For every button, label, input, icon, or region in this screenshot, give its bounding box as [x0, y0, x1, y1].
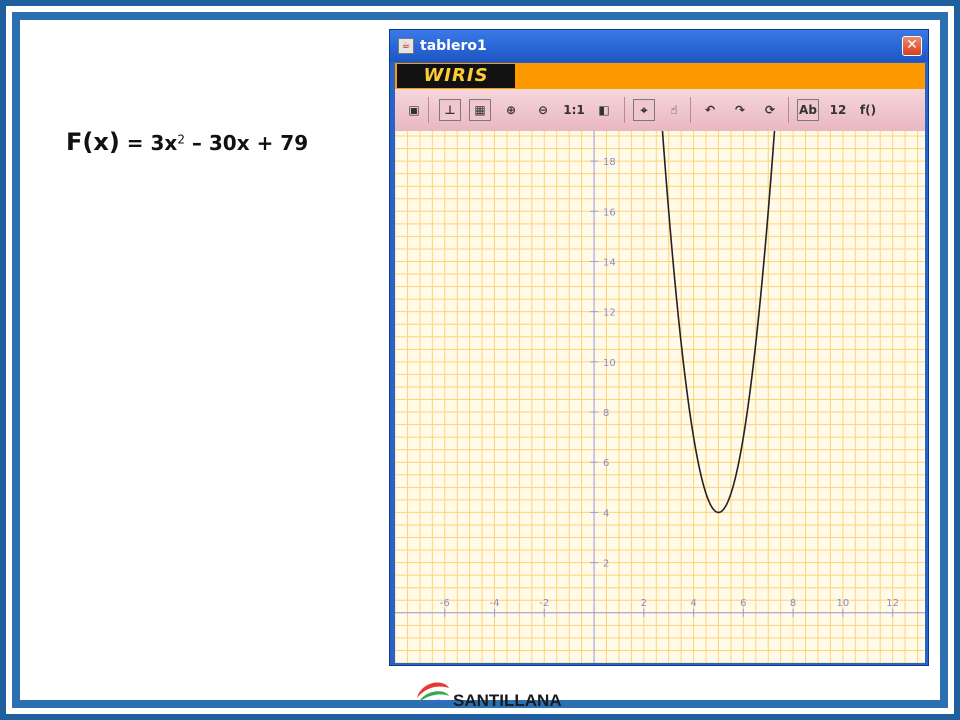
refresh-icon[interactable]: ⟳ [759, 99, 781, 121]
toolbar-separator [624, 97, 625, 123]
window-titlebar[interactable]: ☕ tablero1 ✕ [390, 30, 928, 62]
java-app-icon: ☕ [398, 38, 414, 54]
target-icon[interactable]: ⌖ [633, 99, 655, 121]
footer-brand: SANTILLANA [453, 691, 562, 710]
grid-icon[interactable]: ▦ [469, 99, 491, 121]
number-label-icon[interactable]: 12 [827, 99, 849, 121]
x-tick-label: 8 [790, 598, 796, 609]
hand-pointer-icon[interactable]: ☝ [663, 99, 685, 121]
save-icon[interactable]: ▣ [403, 99, 425, 121]
brand-bar: WIRIS [395, 63, 925, 89]
x-tick-label: -4 [490, 598, 500, 609]
santillana-logo: SANTILLANA [417, 682, 562, 710]
x-tick-label: 6 [740, 598, 746, 609]
y-tick-label: 8 [603, 408, 609, 419]
x-tick-label: -2 [539, 598, 549, 609]
graph-svg[interactable]: -6 -4 -2 2 4 6 8 10 12 2 4 6 8 10 12 14 16 18 [395, 131, 925, 663]
toolbar: ▣ ⊥ ▦ ⊕ ⊖ 1:1 ◧ ⌖ ☝ ↶ ↷ ⟳ Ab 12 f() [395, 89, 925, 131]
x-tick-label: 10 [837, 598, 850, 609]
wiris-logo: WIRIS [397, 64, 515, 88]
logo-swoosh-red [417, 682, 449, 698]
window-title: tablero1 [420, 38, 487, 54]
axes-icon[interactable]: ⊥ [439, 99, 461, 121]
x-tick-label: 4 [690, 598, 696, 609]
y-tick-label: 10 [603, 358, 616, 369]
y-tick-label: 12 [603, 308, 616, 319]
rotate-right-icon[interactable]: ↷ [729, 99, 751, 121]
graph-canvas[interactable]: -6 -4 -2 2 4 6 8 10 12 2 4 6 8 10 12 14 16 18 [395, 131, 925, 663]
x-tick-label: 2 [641, 598, 647, 609]
y-tick-label: 18 [603, 157, 616, 168]
graph-window: ☕ tablero1 ✕ WIRIS ▣ ⊥ ▦ ⊕ ⊖ 1:1 ◧ ⌖ ☝ ↶ ↷ ⟳ Ab 12 f()… [389, 29, 929, 666]
y-tick-label: 2 [603, 559, 609, 570]
formula-lhs: F(x) [66, 128, 120, 156]
logo-swoosh-blue [421, 699, 449, 706]
zoom-out-icon[interactable]: ⊖ [532, 99, 554, 121]
y-tick-label: 16 [603, 207, 616, 218]
scale-one-to-one-icon[interactable]: 1:1 [560, 99, 588, 121]
text-label-icon[interactable]: Ab [797, 99, 819, 121]
function-label-icon[interactable]: f() [857, 99, 879, 121]
formula-rhs-suffix: – 30x + 79 [184, 131, 309, 155]
toolbar-separator [690, 97, 691, 123]
zoom-in-icon[interactable]: ⊕ [500, 99, 522, 121]
x-tick-label: -6 [440, 598, 450, 609]
x-tick-label: 12 [886, 598, 899, 609]
close-button[interactable]: ✕ [902, 36, 922, 56]
formula-rhs-prefix: = 3x [119, 131, 178, 155]
function-formula: F(x) = 3x2 – 30x + 79 [66, 128, 308, 156]
formula-exponent: 2 [177, 132, 185, 147]
contrast-icon[interactable]: ◧ [593, 99, 615, 121]
y-tick-label: 6 [603, 458, 609, 469]
y-tick-label: 14 [603, 257, 616, 268]
toolbar-separator [428, 97, 429, 123]
y-tick-label: 4 [603, 508, 609, 519]
rotate-left-icon[interactable]: ↶ [699, 99, 721, 121]
toolbar-separator [788, 97, 789, 123]
